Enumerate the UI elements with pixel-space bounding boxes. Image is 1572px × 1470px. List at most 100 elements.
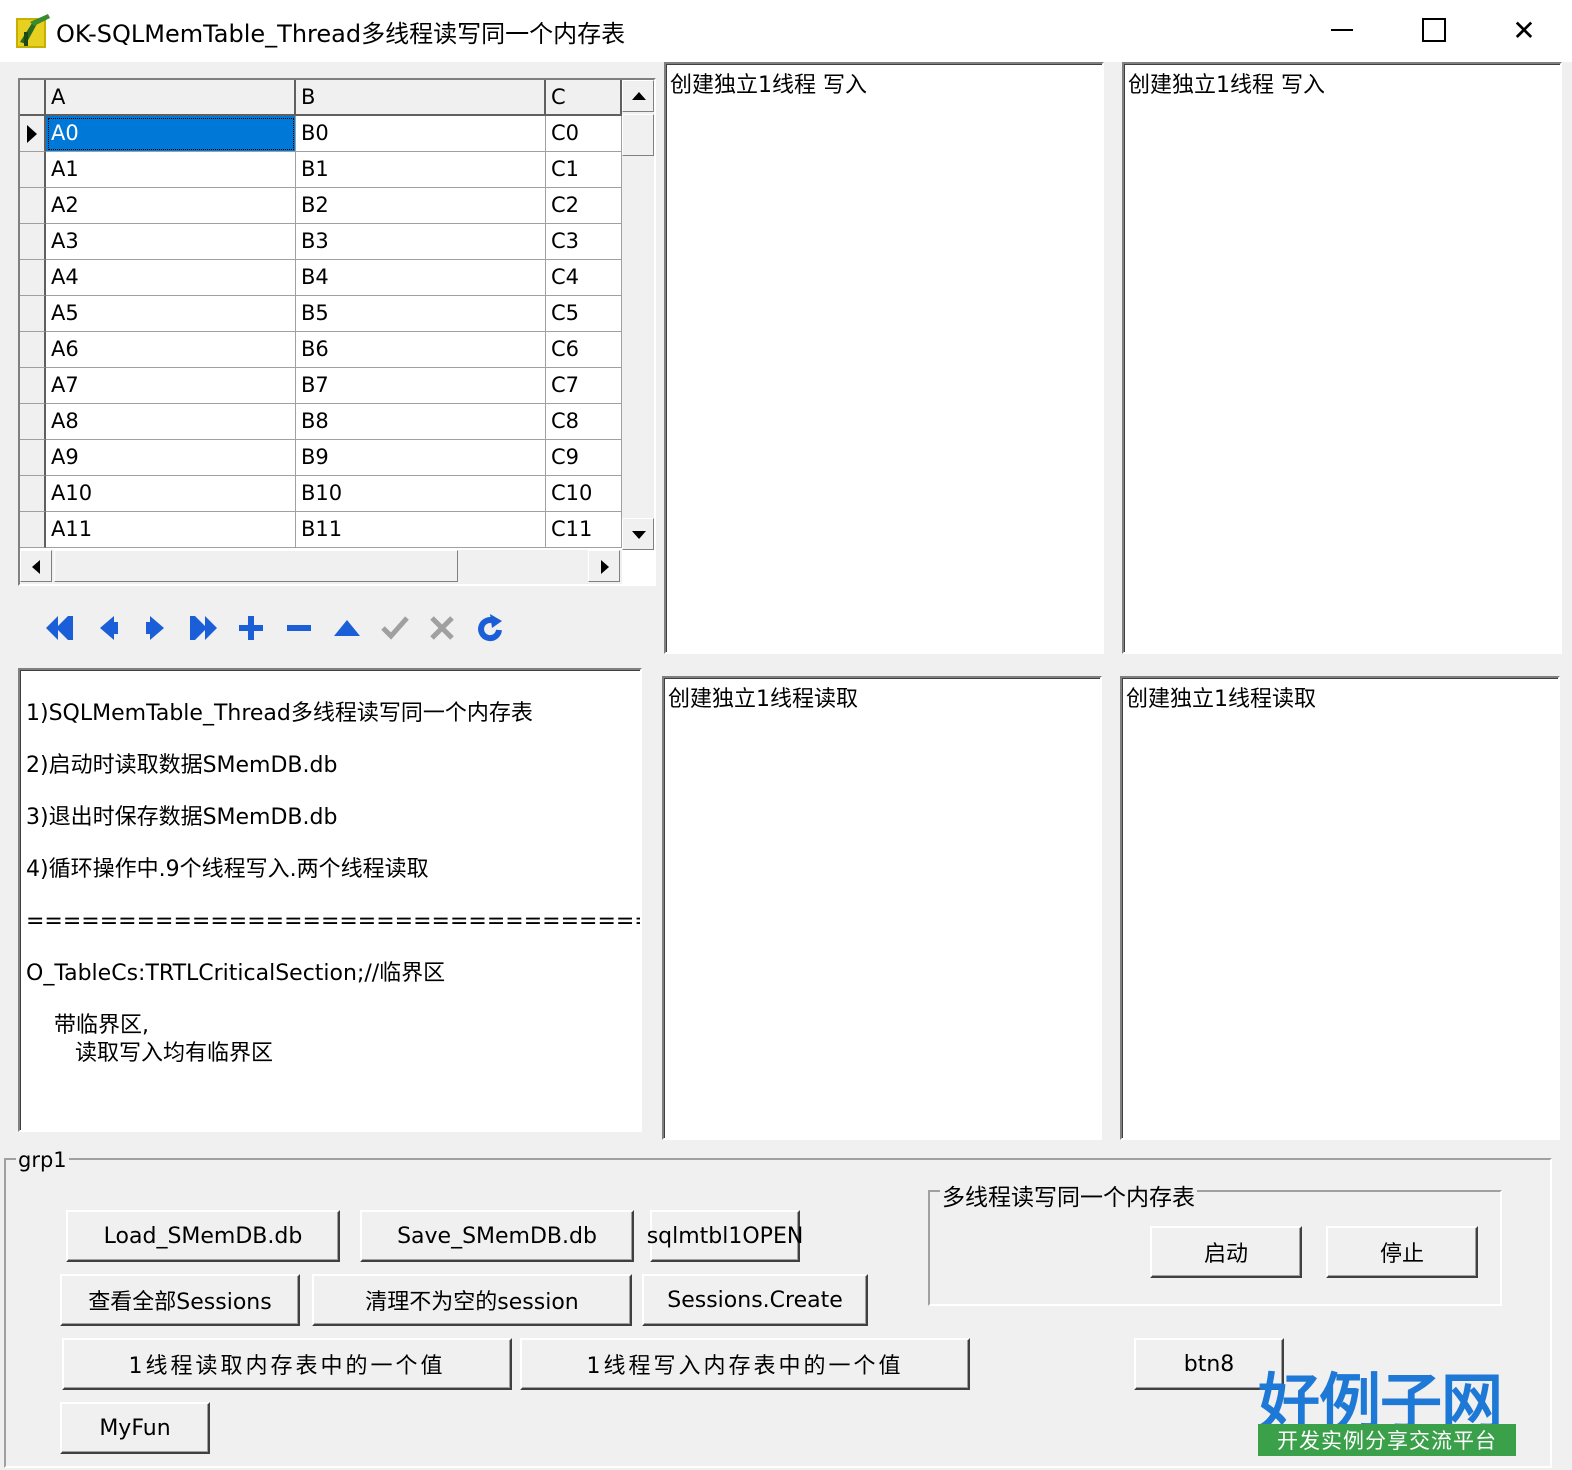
row-indicator[interactable]: [20, 368, 46, 404]
grid-cell[interactable]: B10: [296, 476, 546, 512]
maximize-button[interactable]: [1388, 0, 1480, 60]
grid-cell[interactable]: B11: [296, 512, 546, 548]
info-memo[interactable]: 1)SQLMemTable_Thread多线程读写同一个内存表 2)启动时读取数据…: [18, 668, 642, 1132]
grid-cell[interactable]: B9: [296, 440, 546, 476]
nav-insert-button[interactable]: [229, 608, 273, 648]
grid-cell[interactable]: B3: [296, 224, 546, 260]
nav-delete-button[interactable]: [277, 608, 321, 648]
row-indicator[interactable]: [20, 116, 46, 152]
grid-cell[interactable]: A2: [46, 188, 296, 224]
row-indicator[interactable]: [20, 224, 46, 260]
write-memo-2[interactable]: 创建独立1线程 写入: [1122, 62, 1562, 654]
nav-prior-button[interactable]: [86, 608, 130, 648]
scroll-right-button[interactable]: [588, 550, 620, 582]
grid-cell[interactable]: A8: [46, 404, 296, 440]
view-sessions-button[interactable]: 查看全部Sessions: [60, 1274, 300, 1326]
grid-horizontal-scrollbar[interactable]: [20, 550, 622, 584]
row-indicator[interactable]: [20, 440, 46, 476]
vertical-scroll-thumb[interactable]: [622, 114, 654, 156]
write-memo-1[interactable]: 创建独立1线程 写入: [664, 62, 1104, 654]
close-button[interactable]: ✕: [1478, 0, 1570, 60]
grid-corner: [20, 80, 46, 116]
read-memo-1[interactable]: 创建独立1线程读取: [662, 676, 1102, 1140]
grid-cell[interactable]: A10: [46, 476, 296, 512]
group-caption: grp1: [16, 1148, 69, 1172]
horizontal-scroll-thumb[interactable]: [54, 550, 458, 582]
grid-cell[interactable]: A6: [46, 332, 296, 368]
grid-cell[interactable]: A0: [46, 116, 296, 152]
sessions-create-button[interactable]: Sessions.Create: [642, 1274, 868, 1326]
grid-cell[interactable]: A9: [46, 440, 296, 476]
grid-cell[interactable]: A7: [46, 368, 296, 404]
current-row-arrow-icon: [27, 125, 37, 143]
stop-button[interactable]: 停止: [1326, 1226, 1478, 1278]
write-one-value-button[interactable]: 1线程写入内存表中的一个值: [520, 1338, 970, 1390]
grid-cell[interactable]: C7: [546, 368, 622, 404]
grid-cell[interactable]: C6: [546, 332, 622, 368]
grid-cell[interactable]: B8: [296, 404, 546, 440]
nav-last-button[interactable]: [181, 608, 225, 648]
column-header-b[interactable]: B: [296, 80, 546, 116]
row-indicator[interactable]: [20, 260, 46, 296]
grid-cell[interactable]: A1: [46, 152, 296, 188]
title-bar: OK-SQLMemTable_Thread多线程读写同一个内存表 ✕: [0, 0, 1572, 62]
column-header-c[interactable]: C: [546, 80, 622, 116]
grid-cell[interactable]: C0: [546, 116, 622, 152]
start-button[interactable]: 启动: [1150, 1226, 1302, 1278]
myfun-button[interactable]: MyFun: [60, 1402, 210, 1454]
grid-cell[interactable]: B0: [296, 116, 546, 152]
save-db-button[interactable]: Save_SMemDB.db: [360, 1210, 634, 1262]
clean-session-button[interactable]: 清理不为空的session: [312, 1274, 632, 1326]
first-icon: [46, 616, 73, 640]
nav-next-button[interactable]: [134, 608, 178, 648]
info-line: O_TableCs:TRTLCriticalSection;//临界区: [26, 961, 446, 986]
grid-cell[interactable]: B6: [296, 332, 546, 368]
arrow-left-icon: [32, 560, 40, 574]
nav-edit-button[interactable]: [325, 608, 369, 648]
grid-cell[interactable]: C8: [546, 404, 622, 440]
window-title: OK-SQLMemTable_Thread多线程读写同一个内存表: [56, 20, 626, 48]
grid-cell[interactable]: B5: [296, 296, 546, 332]
grid-cell[interactable]: C1: [546, 152, 622, 188]
grid-cell[interactable]: A4: [46, 260, 296, 296]
grid-cell[interactable]: B7: [296, 368, 546, 404]
app-icon: [16, 14, 50, 48]
read-memo-2[interactable]: 创建独立1线程读取: [1120, 676, 1560, 1140]
nav-refresh-button[interactable]: [468, 608, 512, 648]
row-indicator[interactable]: [20, 404, 46, 440]
row-indicator[interactable]: [20, 152, 46, 188]
grid-cell[interactable]: C11: [546, 512, 622, 548]
row-indicator[interactable]: [20, 512, 46, 548]
row-indicator[interactable]: [20, 188, 46, 224]
grid-cell[interactable]: A5: [46, 296, 296, 332]
row-indicator[interactable]: [20, 332, 46, 368]
read-one-value-button[interactable]: 1线程读取内存表中的一个值: [62, 1338, 512, 1390]
row-indicator[interactable]: [20, 296, 46, 332]
minimize-button[interactable]: [1296, 0, 1388, 60]
column-header-a[interactable]: A: [46, 80, 296, 116]
grid-cell[interactable]: B4: [296, 260, 546, 296]
info-line: 1)SQLMemTable_Thread多线程读写同一个内存表: [26, 701, 533, 726]
grid-cell[interactable]: A3: [46, 224, 296, 260]
data-grid[interactable]: A B C A0 B0 C0 A1 B1 C1 A2 B2 C2 A3 B3 C3 A4 B4 C4 A5 B5 C5 A…: [18, 78, 656, 586]
grid-cell[interactable]: A11: [46, 512, 296, 548]
load-db-button[interactable]: Load_SMemDB.db: [66, 1210, 340, 1262]
scroll-down-button[interactable]: [622, 518, 654, 550]
grid-vertical-scrollbar[interactable]: [622, 80, 654, 550]
nav-first-button[interactable]: [38, 608, 82, 648]
grid-cell[interactable]: C10: [546, 476, 622, 512]
info-line: 2)启动时读取数据SMemDB.db: [26, 753, 338, 778]
grid-cell[interactable]: C3: [546, 224, 622, 260]
grid-cell[interactable]: C2: [546, 188, 622, 224]
grid-cell[interactable]: C9: [546, 440, 622, 476]
info-line: 3)退出时保存数据SMemDB.db: [26, 805, 338, 830]
grid-cell[interactable]: B2: [296, 188, 546, 224]
read-memo-1-text: 创建独立1线程读取: [668, 687, 858, 712]
scroll-left-button[interactable]: [20, 550, 52, 582]
grid-cell[interactable]: C5: [546, 296, 622, 332]
row-indicator[interactable]: [20, 476, 46, 512]
grid-cell[interactable]: C4: [546, 260, 622, 296]
grid-cell[interactable]: B1: [296, 152, 546, 188]
scroll-up-button[interactable]: [622, 80, 654, 112]
open-table-button[interactable]: sqlmtbl1OPEN: [647, 1210, 803, 1262]
